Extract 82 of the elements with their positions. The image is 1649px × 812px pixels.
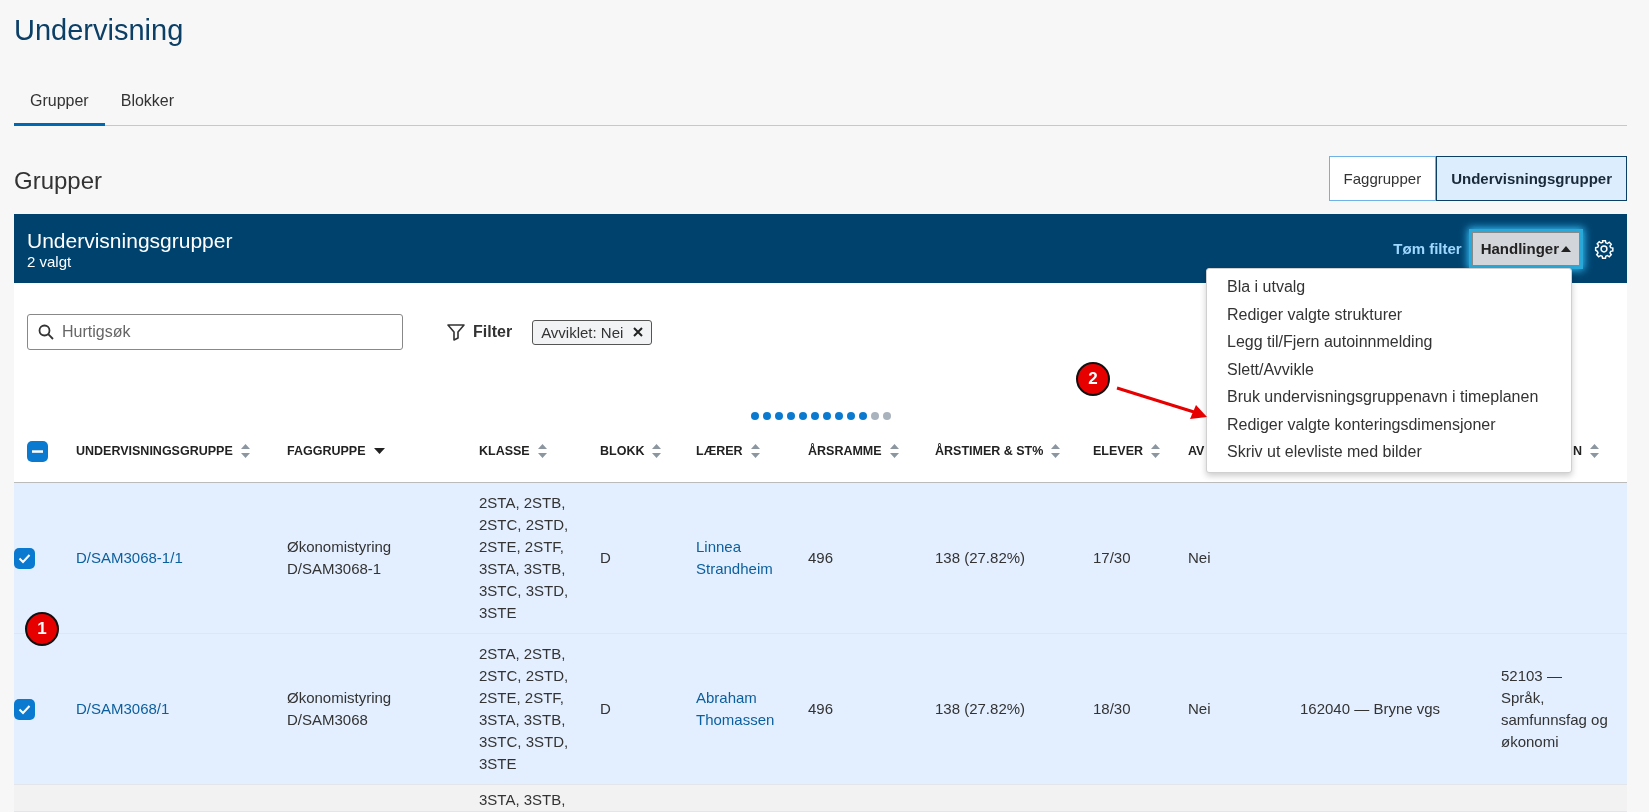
- sort-icon[interactable]: [889, 444, 899, 458]
- table-cell-text: 496: [808, 699, 834, 719]
- scroll-dot[interactable]: [846, 412, 855, 420]
- sort-icon[interactable]: [1051, 444, 1061, 458]
- table-cell-text: Nei: [1188, 699, 1211, 719]
- selection-count: 2 valgt: [27, 252, 73, 270]
- table-cell-text: Økonomistyring D/SAM3068-1: [287, 537, 393, 579]
- sort-descending-icon[interactable]: [373, 448, 385, 454]
- settings-icon[interactable]: [1594, 238, 1614, 259]
- column-header[interactable]: ÅRSTIMER & ST%: [935, 444, 1044, 458]
- table-cell-text: 138 (27.82%): [935, 699, 1026, 719]
- filter-icon: [447, 323, 465, 341]
- sort-icon[interactable]: [240, 444, 250, 458]
- search-icon: [38, 324, 54, 340]
- scroll-dot[interactable]: [798, 412, 807, 420]
- scroll-dot[interactable]: [750, 412, 759, 420]
- table-cell-text: 52103 — Språk, samfunnsfag og økonomi: [1501, 666, 1609, 752]
- table-cell-text: D: [600, 548, 611, 568]
- search-field[interactable]: Hurtigsøk: [27, 314, 403, 350]
- column-header[interactable]: KLASSE: [479, 444, 530, 458]
- table-link[interactable]: Linnea Strandheim: [696, 536, 790, 580]
- table-link[interactable]: D/SAM3068-1/1: [76, 547, 183, 569]
- select-all-checkbox[interactable]: [27, 440, 48, 462]
- row-checkbox[interactable]: [14, 698, 35, 720]
- page-title: Undervisning: [14, 13, 185, 48]
- sort-icon[interactable]: [537, 444, 547, 458]
- table-cell-text: 496: [808, 548, 834, 568]
- scroll-dot[interactable]: [786, 412, 795, 420]
- menu-item[interactable]: Bruk undervisningsgruppenavn i timeplanen: [1207, 383, 1571, 411]
- scroll-dot[interactable]: [834, 412, 843, 420]
- table-cell-text: Nei: [1188, 548, 1211, 568]
- table-link[interactable]: Abraham Thomassen: [696, 687, 790, 731]
- menu-item[interactable]: Legg til/Fjern autoinnmelding: [1207, 328, 1571, 356]
- scroll-dot[interactable]: [870, 412, 879, 420]
- column-header[interactable]: LÆRER: [696, 444, 743, 458]
- table-cell-text: 138 (27.82%): [935, 548, 1026, 568]
- scroll-dot[interactable]: [822, 412, 831, 420]
- menu-item[interactable]: Slett/Avvikle: [1207, 355, 1571, 383]
- scroll-dot[interactable]: [810, 412, 819, 420]
- table-cell-text: 18/30: [1093, 699, 1131, 719]
- table-cell-text: Økonomistyring D/SAM3068: [287, 688, 393, 730]
- scroll-dot[interactable]: [858, 412, 867, 420]
- table-cell-text: 17/30: [1093, 548, 1131, 568]
- table-cell-text: 2STA, 2STB, 2STC, 2STD, 2STE, 2STF, 3STA, 3STB, 3STC, 3STD, 3STE: [479, 644, 570, 774]
- menu-item[interactable]: Skriv ut elevliste med bilder: [1207, 438, 1571, 466]
- column-header[interactable]: FAGGRUPPE: [287, 444, 366, 458]
- menu-item[interactable]: Rediger valgte strukturer: [1207, 300, 1571, 328]
- menu-item[interactable]: Rediger valgte konteringsdimensjoner: [1207, 410, 1571, 438]
- table-row[interactable]: 3STA, 3STB,: [14, 785, 1627, 812]
- table-cell-text: 2STA, 2STB, 2STC, 2STD, 2STE, 2STF, 3STA, 3STB, 3STC, 3STD, 3STE: [479, 493, 570, 623]
- column-header[interactable]: BLOKK: [600, 444, 645, 458]
- section-title: Grupper: [14, 167, 103, 195]
- tab[interactable]: Grupper: [14, 82, 105, 126]
- tab[interactable]: Blokker: [104, 82, 191, 126]
- scroll-dot[interactable]: [774, 412, 783, 420]
- table-link[interactable]: D/SAM3068/1: [76, 698, 170, 720]
- actions-button[interactable]: Handlinger: [1471, 231, 1580, 266]
- view-toggle-button[interactable]: Undervisningsgrupper: [1436, 156, 1627, 201]
- sort-icon[interactable]: [750, 444, 760, 458]
- close-icon[interactable]: [633, 327, 644, 337]
- panel-title: Undervisningsgrupper: [27, 227, 233, 253]
- column-header[interactable]: ELEVER: [1093, 444, 1143, 458]
- sort-icon[interactable]: [1590, 444, 1599, 458]
- menu-item[interactable]: Bla i utvalg: [1207, 273, 1571, 301]
- column-header[interactable]: ÅRSRAMME: [808, 444, 882, 458]
- view-toggle-button[interactable]: Faggrupper: [1328, 156, 1437, 201]
- caret-icon: [1561, 245, 1571, 252]
- scroll-dot[interactable]: [882, 412, 891, 420]
- scroll-dot[interactable]: [762, 412, 771, 420]
- column-header[interactable]: UNDERVISNINGSGRUPPE: [76, 444, 233, 458]
- table-cell-text: 162040 — Bryne vgs: [1300, 699, 1441, 719]
- sort-icon[interactable]: [1151, 444, 1160, 458]
- clear-filter-link[interactable]: Tøm filter: [1393, 240, 1462, 257]
- sort-icon[interactable]: [652, 444, 662, 458]
- table-row[interactable]: [14, 634, 1627, 785]
- row-checkbox[interactable]: [14, 547, 35, 569]
- column-header[interactable]: AV: [1188, 444, 1205, 458]
- table-cell-text: D: [600, 699, 611, 719]
- filter-button[interactable]: Filter: [441, 322, 519, 342]
- table-cell-text: 3STA, 3STB,: [479, 790, 566, 810]
- column-header[interactable]: N: [1572, 444, 1582, 458]
- chip-label: Avviklet: Nei: [541, 323, 624, 341]
